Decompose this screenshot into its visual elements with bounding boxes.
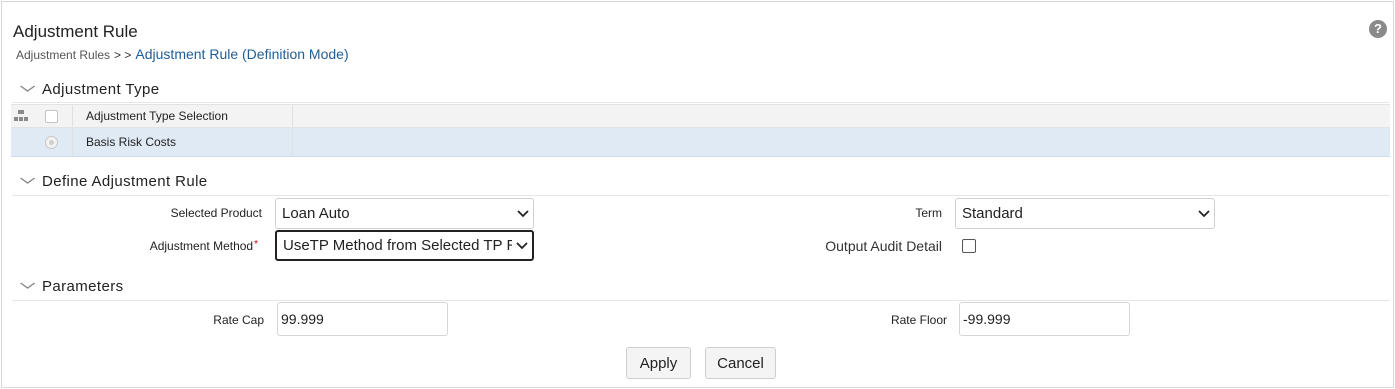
adjustment-method-label: Adjustment Method* <box>100 239 258 253</box>
selected-product-value: Loan Auto <box>282 205 350 222</box>
row-radio[interactable] <box>45 135 58 149</box>
adjustment-method-label-text: Adjustment Method <box>149 239 254 253</box>
section-title: Define Adjustment Rule <box>42 173 208 190</box>
select-all-checkbox[interactable] <box>45 109 58 123</box>
section-define-adjustment-rule[interactable]: Define Adjustment Rule <box>19 173 208 190</box>
select-all-cell <box>31 105 73 127</box>
help-icon[interactable]: ? <box>1369 20 1387 38</box>
section-title: Adjustment Type <box>42 81 160 98</box>
section-title: Parameters <box>42 278 124 295</box>
chevron-down-icon <box>19 84 39 96</box>
breadcrumb-parent-link[interactable]: Adjustment Rules <box>16 48 110 62</box>
row-select-cell <box>31 128 73 156</box>
section-divider <box>12 300 1390 301</box>
table-row[interactable]: Basis Risk Costs <box>11 128 1390 157</box>
chevron-down-icon <box>512 241 532 250</box>
rate-floor-label: Rate Floor <box>890 313 947 327</box>
chevron-down-icon <box>1194 209 1214 218</box>
breadcrumb-current: Adjustment Rule (Definition Mode) <box>135 46 349 62</box>
section-divider <box>12 195 1390 196</box>
output-audit-detail-checkbox[interactable] <box>962 239 976 253</box>
page-title: Adjustment Rule <box>13 22 138 41</box>
rate-cap-label: Rate Cap <box>213 313 264 327</box>
rate-cap-input[interactable]: 99.999 <box>277 302 448 336</box>
section-adjustment-type[interactable]: Adjustment Type <box>19 81 160 98</box>
hierarchy-icon[interactable] <box>11 109 31 123</box>
cancel-button[interactable]: Cancel <box>705 347 776 379</box>
breadcrumb: Adjustment Rules > > Adjustment Rule (De… <box>16 46 349 62</box>
breadcrumb-separator: > > <box>114 48 132 62</box>
selected-product-label: Selected Product <box>170 206 262 220</box>
adjustment-method-value: UseTP Method from Selected TP Rule <box>283 237 512 254</box>
row-label: Basis Risk Costs <box>73 128 293 156</box>
term-label: Term <box>915 206 942 220</box>
chevron-down-icon <box>513 209 533 218</box>
rate-floor-input[interactable]: -99.999 <box>959 302 1130 336</box>
chevron-down-icon <box>19 281 39 293</box>
apply-button[interactable]: Apply <box>626 347 691 379</box>
selected-product-select[interactable]: Loan Auto <box>275 198 534 229</box>
column-header-adjustment-type: Adjustment Type Selection <box>73 105 293 127</box>
section-divider <box>12 102 1390 103</box>
term-value: Standard <box>962 205 1023 222</box>
table-header-row: Adjustment Type Selection <box>11 104 1390 128</box>
output-audit-detail-label: Output Audit Detail <box>825 238 942 254</box>
section-parameters[interactable]: Parameters <box>19 278 124 295</box>
term-select[interactable]: Standard <box>955 198 1215 229</box>
adjustment-type-table: Adjustment Type Selection Basis Risk Cos… <box>11 104 1390 157</box>
chevron-down-icon <box>19 176 39 188</box>
required-marker: * <box>254 239 258 250</box>
adjustment-method-select[interactable]: UseTP Method from Selected TP Rule <box>275 230 534 261</box>
